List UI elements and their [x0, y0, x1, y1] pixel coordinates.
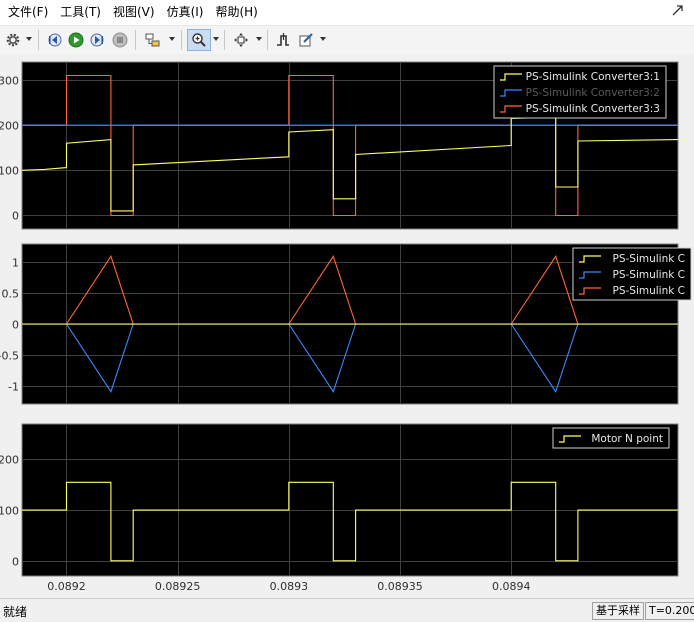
y-tick-label: 0 [12, 319, 19, 332]
legend[interactable]: PS-Simulink Converter3:1 PS-Simulink Conv… [493, 65, 667, 119]
style-icon[interactable] [297, 30, 315, 50]
legend-entry: PS-Simulink C [613, 285, 686, 297]
scope-plot-area: 0 100 200 300 PS-Simulink Converter3:1 PS-Sim… [0, 54, 694, 598]
toolbar [0, 25, 694, 55]
fit-to-view-icon[interactable] [231, 30, 251, 50]
toolbar-separator [38, 30, 39, 50]
scope-figure[interactable]: 0100200300 PS-Simulink Converter3:1PS-Sim… [0, 54, 694, 598]
x-tick-label: 0.08925 [155, 580, 201, 593]
toolbar-separator [181, 30, 182, 50]
legend[interactable]: Motor N point [552, 427, 670, 449]
y-tick-label: -1 [8, 381, 19, 394]
y-tick-label: 100 [0, 505, 19, 518]
menu-tools[interactable]: 工具(T) [56, 0, 105, 24]
fit-dropdown-icon[interactable] [256, 37, 262, 41]
settings-icon[interactable] [4, 30, 22, 50]
legend-entry: Motor N point [591, 433, 663, 445]
legend-entry: PS-Simulink C [613, 269, 686, 281]
step-back-icon[interactable] [45, 30, 63, 50]
zoom-dropdown-icon[interactable] [213, 37, 219, 41]
legend-entry: PS-Simulink C [613, 253, 686, 265]
triggers-icon[interactable] [274, 30, 292, 50]
zoom-in-icon[interactable] [187, 29, 211, 51]
menu-file[interactable]: 文件(F) [4, 0, 52, 24]
scope-axes-3[interactable]: 0 100 200 Motor N point 0.0892 0.08925 0.0893 0… [0, 423, 679, 593]
toolbar-separator [224, 30, 225, 50]
simulation-time-indicator: T=0.200 [645, 602, 694, 620]
legend-entry: PS-Simulink Converter3:3 [526, 103, 660, 115]
x-tick-label: 0.0894 [492, 580, 531, 593]
menu-view[interactable]: 视图(V) [109, 0, 159, 24]
sample-mode-indicator: 基于采样 [592, 602, 644, 620]
y-tick-label: 1 [12, 257, 19, 270]
stop-icon[interactable] [111, 30, 129, 50]
menu-bar: 文件(F) 工具(T) 视图(V) 仿真(I) 帮助(H) [0, 0, 694, 24]
legend-entry: PS-Simulink Converter3:2 [526, 87, 660, 99]
y-tick-label: 300 [0, 75, 19, 88]
highlight-simulink-block-icon[interactable] [143, 30, 163, 50]
y-tick-label: 200 [0, 120, 19, 133]
toolbar-separator [135, 30, 136, 50]
highlight-dropdown-icon[interactable] [169, 37, 175, 41]
y-tick-label: 200 [0, 454, 19, 467]
style-dropdown-icon[interactable] [320, 37, 326, 41]
scope-axes-2[interactable]: -1-0.500.51PS-Simulink CPS-Simulink CPS-… [0, 243, 692, 405]
status-bar: 就绪 基于采样 T=0.200 [0, 598, 694, 622]
x-tick-label: 0.08935 [377, 580, 423, 593]
y-tick-label: 0 [12, 556, 19, 569]
settings-dropdown-icon[interactable] [26, 37, 32, 41]
run-icon[interactable] [67, 30, 85, 50]
y-tick-label: 0.5 [2, 288, 20, 301]
x-tick-label: 0.0893 [270, 580, 309, 593]
x-tick-label: 0.0892 [47, 580, 86, 593]
toolbar-separator [267, 30, 268, 50]
status-text: 就绪 [3, 605, 28, 619]
y-tick-label: 100 [0, 165, 19, 178]
undock-icon[interactable] [668, 0, 688, 24]
legend-entry: PS-Simulink Converter3:1 [526, 71, 660, 83]
step-forward-icon[interactable] [89, 30, 107, 50]
legend[interactable]: PS-Simulink C PS-Simulink C PS-Simulink C [572, 247, 692, 301]
y-tick-label: -0.5 [0, 350, 19, 363]
scope-axes-1[interactable]: 0100200300 PS-Simulink Converter3:1PS-Sim… [0, 61, 679, 230]
menu-help[interactable]: 帮助(H) [211, 0, 261, 24]
y-tick-label: 0 [12, 210, 19, 223]
menu-simulation[interactable]: 仿真(I) [163, 0, 208, 24]
